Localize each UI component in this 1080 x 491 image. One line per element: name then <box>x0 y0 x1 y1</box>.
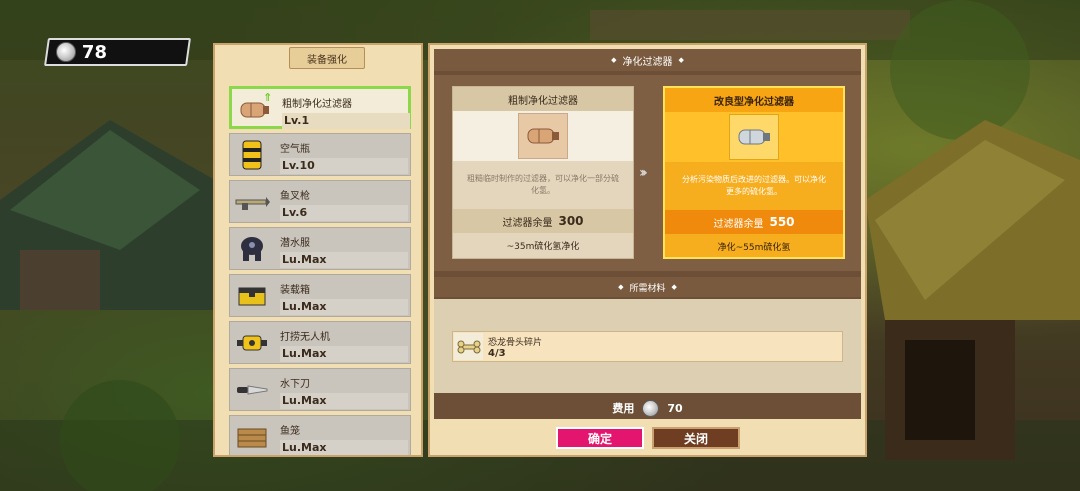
equipment-item-drone[interactable]: 打捞无人机 Lu.Max <box>229 321 411 364</box>
equipment-item-air-tank[interactable]: 空气瓶 Lv.10 <box>229 133 411 176</box>
equipment-name: 装载箱 <box>280 285 310 296</box>
filter-capacity: 过滤器余量 550 <box>665 210 843 234</box>
material-quantity: 4/3 <box>488 348 506 359</box>
equipment-name: 粗制净化过滤器 <box>282 99 352 110</box>
material-name: 恐龙骨头碎片 <box>488 338 543 348</box>
panel-title: 装备强化 <box>289 47 365 69</box>
equipment-level: Lu.Max <box>280 346 408 362</box>
salvage-drone-icon <box>232 324 272 361</box>
upgrade-detail-panel: ◆ 净化过滤器 ◆ 粗制净化过滤器 粗糙临时制作的过滤器，可以净化一部分硫化氢。… <box>428 43 867 457</box>
equipment-name: 鱼笼 <box>280 426 300 437</box>
capacity-label: 过滤器余量 <box>502 217 553 229</box>
silver-coin-icon <box>56 42 76 62</box>
detail-header: ◆ 净化过滤器 ◆ <box>434 49 861 71</box>
cargo-box-icon <box>232 277 272 314</box>
diamond-icon: ◆ <box>678 56 684 64</box>
diving-suit-icon <box>232 230 272 267</box>
current-equipment-card: 粗制净化过滤器 粗糙临时制作的过滤器，可以净化一部分硫化氢。 过滤器余量 300… <box>452 86 634 259</box>
improved-filter-icon <box>665 112 843 162</box>
equipment-item-knife[interactable]: 水下刀 Lu.Max <box>229 368 411 411</box>
capacity-value: 550 <box>769 215 795 229</box>
materials-header: ◆ 所需材料 ◆ <box>434 277 861 297</box>
equipment-item-cargo-box[interactable]: 装载箱 Lu.Max <box>229 274 411 317</box>
equipment-name: 鱼叉枪 <box>280 191 310 202</box>
equipment-item-harpoon[interactable]: 鱼叉枪 Lv.6 <box>229 180 411 223</box>
air-tank-icon <box>232 136 272 173</box>
equipment-level: Lu.Max <box>280 252 408 268</box>
diamond-icon: ◆ <box>618 283 624 291</box>
equipment-level: Lu.Max <box>280 299 408 315</box>
cost-bar: 费用 70 <box>434 397 861 419</box>
material-item[interactable]: 恐龙骨头碎片 4/3 <box>452 331 843 362</box>
equipment-list: ⇑ 粗制净化过滤器 Lv.1 空气瓶 Lv.10 鱼叉枪 Lv.6 潜水服 Lu… <box>229 86 411 455</box>
silver-coin-icon <box>642 399 660 417</box>
filter-canister-icon <box>453 111 633 161</box>
materials-header-title: 所需材料 <box>629 283 666 294</box>
detail-header-title: 净化过滤器 <box>622 56 673 68</box>
confirm-button[interactable]: 确定 <box>556 427 644 449</box>
materials-area: 恐龙骨头碎片 4/3 <box>434 299 861 393</box>
dinosaur-bone-icon <box>454 333 483 360</box>
diamond-icon: ◆ <box>611 56 617 64</box>
equipment-level: Lu.Max <box>280 440 408 455</box>
tent-scenery <box>0 120 215 310</box>
purification-range: 净化~55m硫化氢 <box>717 243 791 253</box>
detail-content: ◆ 净化过滤器 ◆ 粗制净化过滤器 粗糙临时制作的过滤器，可以净化一部分硫化氢。… <box>434 49 861 419</box>
equipment-item-diving-suit[interactable]: 潜水服 Lu.Max <box>229 227 411 270</box>
cost-value: 70 <box>667 401 683 415</box>
fish-trap-icon <box>232 418 272 455</box>
harpoon-gun-icon <box>232 183 272 220</box>
purification-range: ~35m硫化氢净化 <box>506 242 580 252</box>
equipment-level: Lv.1 <box>282 113 410 129</box>
capacity-value: 300 <box>558 214 584 228</box>
equipment-name: 空气瓶 <box>280 144 310 155</box>
currency-display: 78 <box>44 38 191 66</box>
equipment-item-fish-trap[interactable]: 鱼笼 Lu.Max <box>229 415 411 455</box>
underwater-knife-icon <box>232 371 272 408</box>
capacity-label: 过滤器余量 <box>713 218 764 230</box>
card-title: 改良型净化过滤器 <box>665 88 843 112</box>
equipment-item-filter[interactable]: ⇑ 粗制净化过滤器 Lv.1 <box>229 86 411 129</box>
next-equipment-card: 改良型净化过滤器 分析污染物质后改进的过滤器。可以净化更多的硫化氢。 过滤器余量… <box>663 86 845 259</box>
equipment-list-panel: 装备强化 ⇑ 粗制净化过滤器 Lv.1 空气瓶 Lv.10 鱼叉枪 Lv.6 潜… <box>213 43 423 457</box>
filter-capacity: 过滤器余量 300 <box>453 209 633 233</box>
equipment-level: Lv.10 <box>280 158 408 174</box>
comparison-area: 粗制净化过滤器 粗糙临时制作的过滤器，可以净化一部分硫化氢。 过滤器余量 300… <box>434 75 861 271</box>
hut-scenery <box>865 120 1080 460</box>
cost-label: 费用 <box>612 402 635 415</box>
upgrade-available-icon: ⇑ <box>263 91 273 104</box>
equipment-name: 打捞无人机 <box>280 332 330 343</box>
equipment-level: Lu.Max <box>280 393 408 409</box>
currency-amount: 78 <box>82 41 108 63</box>
equipment-level: Lv.6 <box>280 205 408 221</box>
upgrade-arrow-icon: ››› <box>639 165 648 181</box>
card-description: 粗糙临时制作的过滤器，可以净化一部分硫化氢。 <box>467 174 619 195</box>
card-description: 分析污染物质后改进的过滤器。可以净化更多的硫化氢。 <box>682 175 826 196</box>
equipment-name: 水下刀 <box>280 379 310 390</box>
close-button[interactable]: 关闭 <box>652 427 740 449</box>
diamond-icon: ◆ <box>671 283 677 291</box>
card-title: 粗制净化过滤器 <box>453 87 633 111</box>
equipment-name: 潜水服 <box>280 238 310 249</box>
